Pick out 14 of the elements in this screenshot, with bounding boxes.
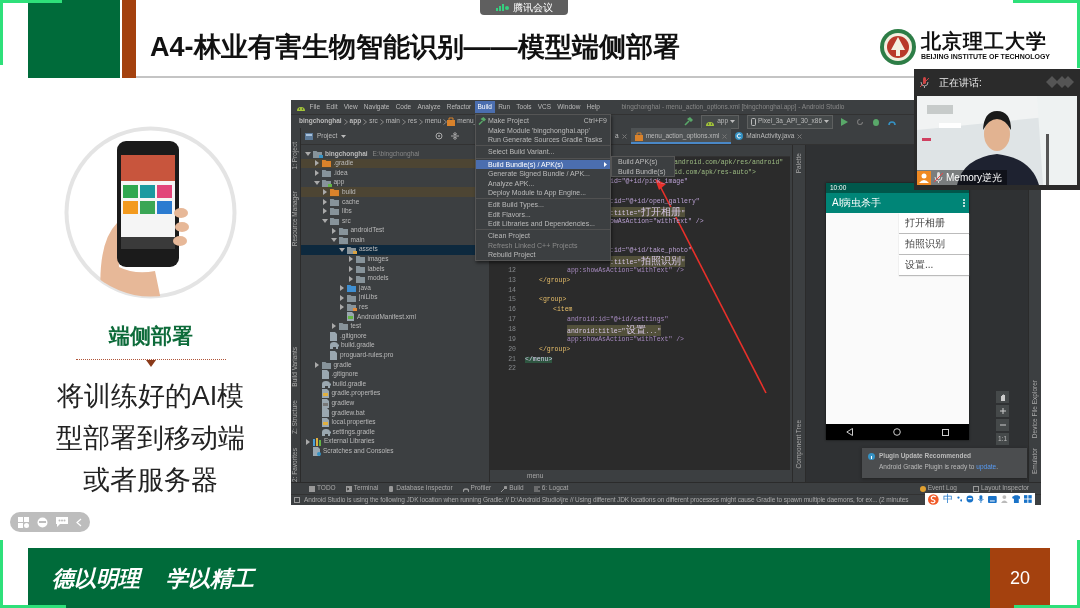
popup-entry[interactable]: 打开相册 xyxy=(899,213,969,233)
page-number: 20 xyxy=(990,548,1050,608)
motto-text: 学以精工 xyxy=(166,563,254,593)
speaker-label: 正在讲话: xyxy=(939,75,982,90)
participant-name: Memory逆光 xyxy=(946,171,1003,185)
input-mode[interactable]: 中 xyxy=(942,494,953,504)
popup-entry[interactable]: 设置... xyxy=(899,255,969,275)
slide-title: A4-林业有害生物智能识别——模型端侧部署 xyxy=(150,30,680,64)
meeting-tab[interactable]: 腾讯会议 xyxy=(480,0,568,15)
body-text: 将训练好的AI模型部署到移动端或者服务器 xyxy=(55,380,246,498)
app-title: AI病虫杀手 xyxy=(832,198,882,208)
university-name: 北京理工大学 xyxy=(920,31,1048,53)
section-heading: 端侧部署 xyxy=(108,324,193,348)
popup-entry[interactable]: 拍照识别 xyxy=(899,234,969,254)
